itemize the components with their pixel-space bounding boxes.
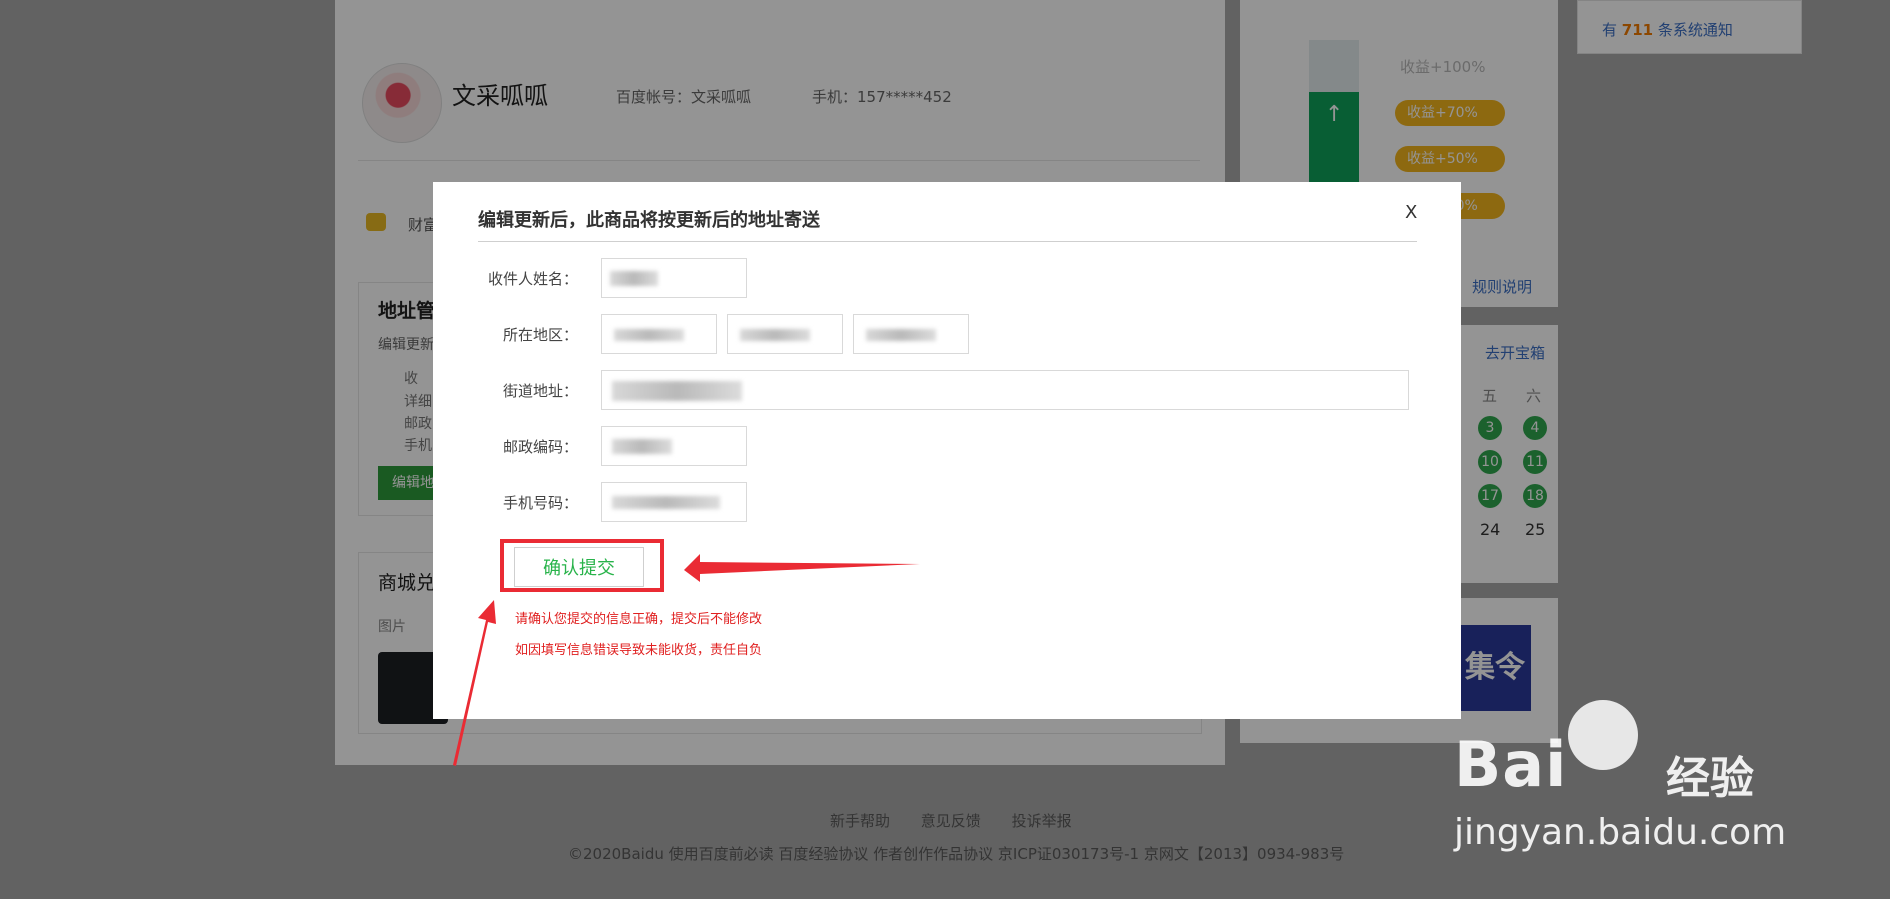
blurred-value <box>866 329 936 341</box>
postcode-label: 邮政编码： <box>502 438 578 456</box>
warning-text-1: 请确认您提交的信息正确，提交后不能修改 <box>515 612 763 627</box>
district-select[interactable] <box>853 314 969 354</box>
province-select[interactable] <box>601 314 717 354</box>
paw-logo-icon <box>1568 700 1638 770</box>
phone-number-input[interactable] <box>601 482 747 522</box>
street-label: 街道地址： <box>502 382 578 400</box>
blurred-value <box>610 271 658 286</box>
blurred-value <box>614 329 684 341</box>
blurred-value <box>612 381 742 401</box>
modal-title: 编辑更新后，此商品将按更新后的地址寄送 <box>478 210 820 231</box>
recipient-name-input[interactable] <box>601 258 747 298</box>
blurred-value <box>740 329 810 341</box>
watermark-brand: Bai <box>1454 728 1568 801</box>
confirm-submit-button[interactable]: 确认提交 <box>514 547 644 587</box>
edit-address-modal: 编辑更新后，此商品将按更新后的地址寄送 X 收件人姓名： 所在地区： 街道地址：… <box>433 182 1461 719</box>
blurred-value <box>612 496 720 509</box>
city-select[interactable] <box>727 314 843 354</box>
street-address-input[interactable] <box>601 370 1409 410</box>
modal-divider <box>478 241 1417 242</box>
watermark-url: jingyan.baidu.com <box>1454 812 1787 853</box>
blurred-value <box>612 439 672 454</box>
recipient-name-label: 收件人姓名： <box>487 270 578 288</box>
close-icon[interactable]: X <box>1405 202 1417 223</box>
warning-text-2: 如因填写信息错误导致未能收货，责任自负 <box>515 643 763 658</box>
region-label: 所在地区： <box>502 326 578 344</box>
watermark-brand-cn: 经验 <box>1666 753 1754 804</box>
postcode-input[interactable] <box>601 426 747 466</box>
phone-number-label: 手机号码： <box>502 494 578 512</box>
